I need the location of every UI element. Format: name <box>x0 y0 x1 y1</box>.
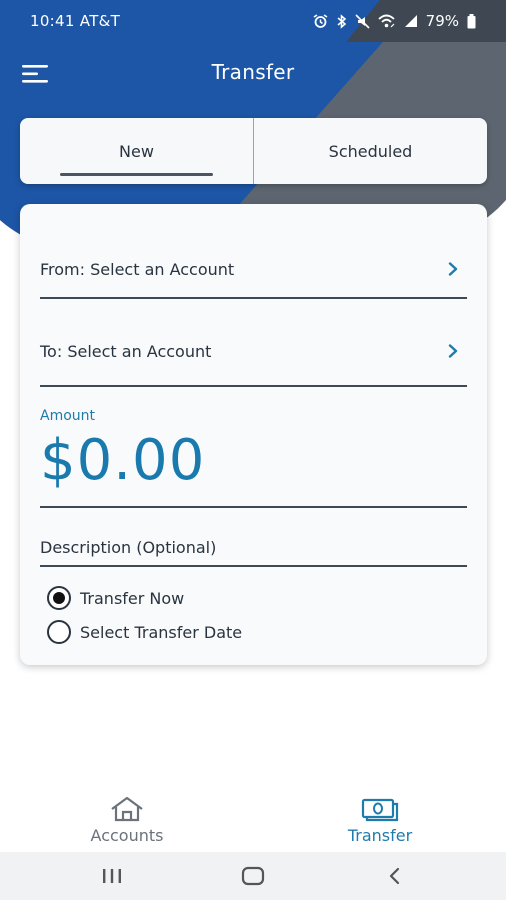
tab-new[interactable]: New <box>20 118 253 184</box>
page-title: Transfer <box>211 60 295 84</box>
amount-value: $0.00 <box>40 428 206 493</box>
tab-scheduled[interactable]: Scheduled <box>253 118 487 184</box>
status-time-carrier: 10:41 AT&T <box>30 12 121 30</box>
from-account-selector[interactable]: From: Select an Account <box>40 244 467 299</box>
transfer-form-card: From: Select an Account To: Select an Ac… <box>20 204 487 665</box>
radio-button-unselected[interactable] <box>47 620 71 644</box>
radio-button-selected[interactable] <box>47 586 71 610</box>
to-account-selector[interactable]: To: Select an Account <box>40 326 467 387</box>
status-icons: 79% <box>313 12 476 30</box>
select-transfer-date-option[interactable]: Select Transfer Date <box>47 620 242 644</box>
recents-icon[interactable] <box>98 864 126 888</box>
transfer-now-option[interactable]: Transfer Now <box>47 586 184 610</box>
back-icon[interactable] <box>381 864 409 888</box>
mute-icon <box>355 13 370 29</box>
system-navigation-bar <box>0 852 506 900</box>
amount-field[interactable]: Amount $0.00 <box>40 404 467 508</box>
nav-transfer[interactable]: Transfer <box>305 790 455 852</box>
tab-selected-indicator <box>60 173 213 176</box>
money-transfer-icon <box>361 798 399 822</box>
to-account-label: To: Select an Account <box>40 342 212 361</box>
select-transfer-date-label: Select Transfer Date <box>80 622 243 642</box>
status-bar: 10:41 AT&T 79% <box>0 0 506 42</box>
tab-scheduled-label: Scheduled <box>328 141 413 161</box>
battery-percentage: 79% <box>425 12 459 30</box>
tab-new-label: New <box>119 141 154 161</box>
battery-icon <box>467 13 476 28</box>
description-label: Description (Optional) <box>40 538 217 557</box>
transfer-tabs: New Scheduled <box>20 118 487 184</box>
nav-transfer-label: Transfer <box>347 826 413 845</box>
home-icon[interactable] <box>239 864 267 888</box>
app-bar: Transfer <box>0 50 506 98</box>
chevron-right-icon <box>448 262 458 276</box>
transfer-now-label: Transfer Now <box>80 588 185 608</box>
nav-accounts[interactable]: Accounts <box>52 790 202 852</box>
amount-label: Amount <box>40 408 96 424</box>
signal-icon <box>404 15 417 27</box>
from-account-label: From: Select an Account <box>40 260 235 279</box>
bluetooth-icon <box>337 13 346 29</box>
chevron-right-icon <box>448 344 458 358</box>
description-field[interactable]: Description (Optional) <box>40 534 467 567</box>
nav-accounts-label: Accounts <box>90 826 164 845</box>
bottom-navigation: Accounts Transfer <box>0 790 506 852</box>
wifi-icon <box>378 14 395 28</box>
alarm-icon <box>313 13 328 28</box>
house-icon <box>111 796 143 822</box>
